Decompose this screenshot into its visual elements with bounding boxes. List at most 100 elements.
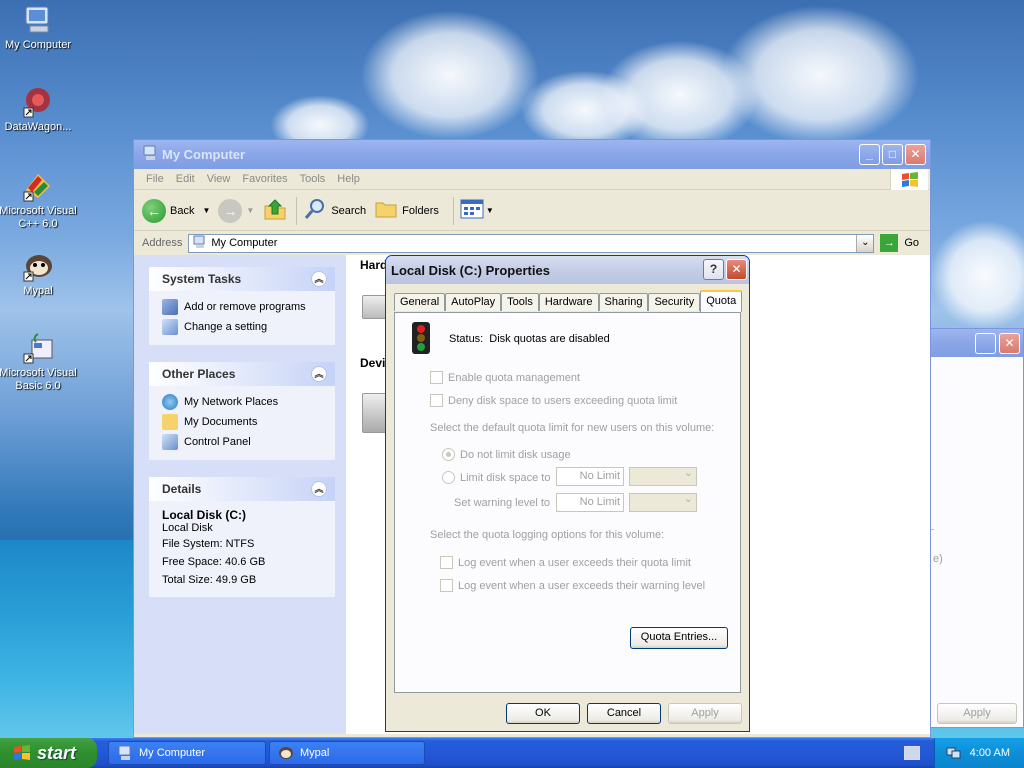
tab-hardware[interactable]: Hardware (538, 293, 599, 311)
menu-favorites[interactable]: Favorites (236, 173, 293, 185)
folders-icon (374, 198, 398, 223)
mypal-icon (22, 250, 54, 282)
no-limit-radio[interactable]: Do not limit disk usage (442, 448, 571, 461)
back-arrow-icon: ← (142, 198, 166, 223)
task-change-setting[interactable]: Change a setting (162, 317, 325, 337)
system-tray: 4:00 AM (934, 738, 1024, 768)
enable-quota-checkbox[interactable]: Enable quota management (430, 371, 580, 384)
go-button[interactable]: → Go (880, 234, 919, 252)
help-button[interactable]: ? (703, 259, 724, 280)
limit-unit-select[interactable] (629, 466, 697, 486)
properties-dialog[interactable]: Local Disk (C:) Properties ? ✕ General A… (385, 255, 750, 732)
cloud (720, 5, 920, 145)
background-window-titlebar: ✕ (931, 329, 1023, 357)
chevron-down-icon[interactable]: ▼ (202, 206, 210, 215)
limit-value-input[interactable]: No Limit (556, 467, 624, 486)
network-icon (162, 394, 178, 410)
taskbar: start My Computer Mypal 4:00 AM (0, 738, 1024, 768)
background-apply-button[interactable]: Apply (937, 703, 1017, 724)
collapse-icon[interactable]: ︽ (311, 481, 327, 497)
chevron-down-icon[interactable]: ⌄ (856, 234, 874, 252)
quota-entries-button[interactable]: Quota Entries... (630, 627, 728, 649)
limit-to-radio[interactable]: Limit disk space to (442, 471, 550, 484)
computer-icon (142, 145, 158, 164)
help-icon[interactable] (975, 333, 996, 354)
tab-autoplay[interactable]: AutoPlay (445, 293, 502, 311)
collapse-icon[interactable]: ︽ (311, 271, 327, 287)
cancel-button[interactable]: Cancel (587, 703, 661, 724)
dialog-title: Local Disk (C:) Properties (391, 262, 550, 278)
menu-file[interactable]: File (140, 173, 170, 185)
minimize-button[interactable]: _ (859, 144, 880, 165)
control-panel-icon (162, 319, 178, 335)
ok-button[interactable]: OK (506, 703, 580, 724)
keyboard-icon[interactable] (904, 746, 920, 760)
tab-strip: General AutoPlay Tools Hardware Sharing … (394, 290, 743, 312)
tab-quota[interactable]: Quota (700, 290, 743, 312)
place-my-network[interactable]: My Network Places (162, 392, 325, 412)
up-button[interactable] (262, 196, 288, 225)
tab-general[interactable]: General (394, 293, 446, 311)
toolbar-separator (452, 196, 454, 225)
address-label: Address (142, 237, 183, 249)
deny-space-checkbox[interactable]: Deny disk space to users exceeding quota… (430, 394, 677, 407)
desktop-icon-visual-cpp[interactable]: Microsoft Visual C++ 6.0 (0, 170, 78, 231)
chevron-down-icon: ▼ (485, 206, 494, 215)
desktop-icon-my-computer[interactable]: My Computer (0, 4, 78, 52)
address-bar: Address My Computer ⌄ → Go (134, 232, 930, 254)
folders-button[interactable]: Folders (374, 198, 439, 223)
system-tasks-header[interactable]: System Tasks ︽ (149, 267, 335, 291)
back-button[interactable]: ← Back ▼ (142, 198, 210, 223)
menu-edit[interactable]: Edit (170, 173, 201, 185)
toolbar: ← Back ▼ → ▼ Search Folders ▼ (134, 191, 930, 231)
details-header[interactable]: Details ︽ (149, 477, 335, 501)
menu-tools[interactable]: Tools (294, 173, 332, 185)
log-warning-checkbox[interactable]: Log event when a user exceeds their warn… (440, 579, 705, 592)
system-tasks-panel: System Tasks ︽ Add or remove programs Ch… (149, 267, 335, 345)
tab-security[interactable]: Security (648, 293, 701, 311)
warning-value-input[interactable]: No Limit (556, 493, 624, 512)
menu-view[interactable]: View (201, 173, 237, 185)
explorer-titlebar: My Computer _ □ ✕ (134, 140, 930, 169)
desktop-icon-datawagon[interactable]: DataWagon... (0, 86, 78, 134)
network-tray-icon[interactable] (946, 746, 962, 760)
address-input[interactable]: My Computer ⌄ (188, 233, 875, 253)
computer-icon (193, 235, 207, 252)
close-button[interactable]: ✕ (905, 144, 926, 165)
desktop-icon-visual-basic[interactable]: Microsoft Visual Basic 6.0 (0, 332, 78, 393)
views-button[interactable]: ▼ (460, 199, 494, 222)
folder-icon (162, 414, 178, 430)
taskbar-mypal[interactable]: Mypal (269, 741, 425, 765)
close-button[interactable]: ✕ (726, 259, 747, 280)
detail-free-space: Free Space: 40.6 GB (162, 556, 266, 568)
task-add-remove-programs[interactable]: Add or remove programs (162, 297, 325, 317)
apply-button[interactable]: Apply (668, 703, 742, 724)
log-quota-checkbox[interactable]: Log event when a user exceeds their quot… (440, 556, 691, 569)
start-button[interactable]: start (0, 738, 97, 768)
clock[interactable]: 4:00 AM (970, 747, 1010, 759)
group-header-hard-disks: Hard (360, 258, 388, 272)
other-places-panel: Other Places ︽ My Network Places My Docu… (149, 362, 335, 460)
other-places-header[interactable]: Other Places ︽ (149, 362, 335, 386)
tab-tools[interactable]: Tools (501, 293, 539, 311)
background-window[interactable]: ✕ e) Apply (930, 328, 1024, 728)
detail-total-size: Total Size: 49.9 GB (162, 574, 257, 586)
maximize-button[interactable]: □ (882, 144, 903, 165)
detail-file-system: File System: NTFS (162, 538, 255, 550)
close-icon[interactable]: ✕ (999, 333, 1020, 354)
chevron-down-icon: ▼ (246, 206, 255, 215)
warning-unit-select[interactable] (629, 492, 697, 512)
place-my-documents[interactable]: My Documents (162, 412, 325, 432)
taskbar-my-computer[interactable]: My Computer (108, 741, 266, 765)
toolbar-separator (296, 196, 298, 225)
desktop-icon-mypal[interactable]: Mypal (0, 250, 78, 298)
datawagon-icon (22, 86, 54, 118)
search-button[interactable]: Search (303, 197, 366, 224)
warning-level-label: Set warning level to (454, 497, 550, 509)
menu-help[interactable]: Help (331, 173, 366, 185)
forward-button[interactable]: → ▼ (218, 198, 255, 223)
collapse-icon[interactable]: ︽ (311, 366, 327, 382)
windows-logo-icon (12, 744, 32, 762)
tab-sharing[interactable]: Sharing (598, 293, 649, 311)
place-control-panel[interactable]: Control Panel (162, 432, 325, 452)
